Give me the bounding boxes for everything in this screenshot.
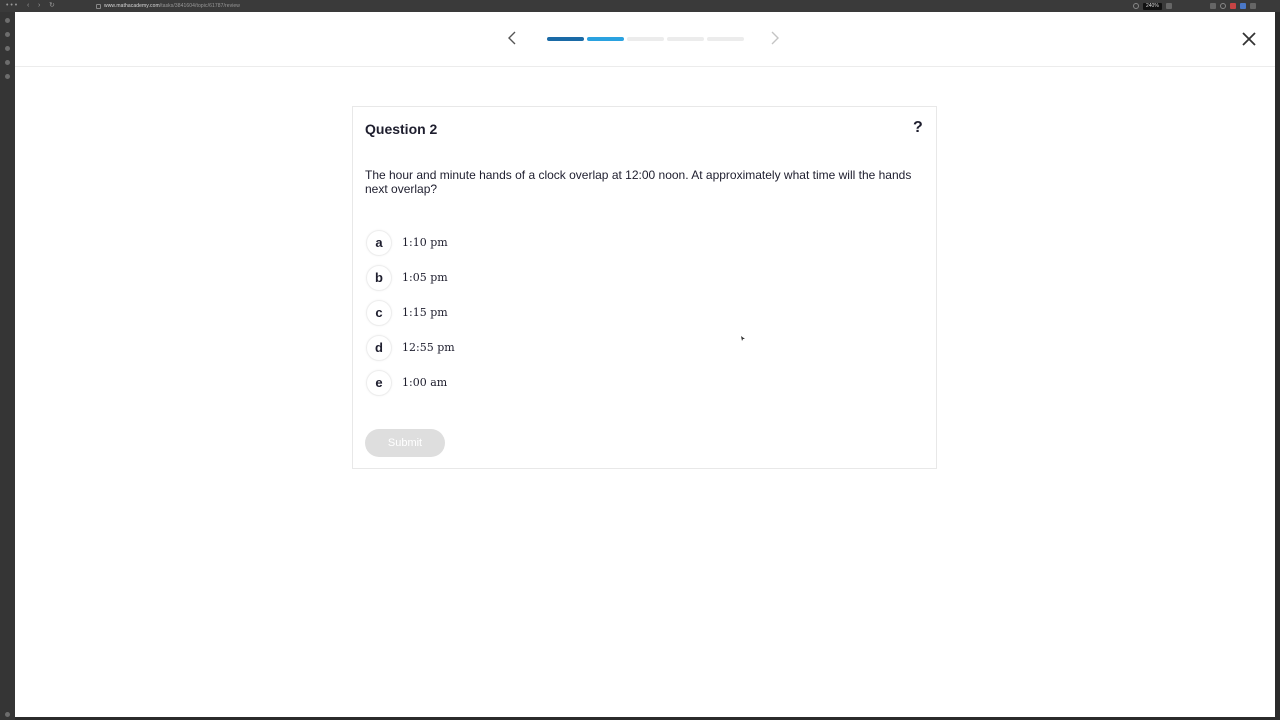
choice-text: 1:10 pm xyxy=(402,236,448,249)
browser-sidebar xyxy=(0,12,15,720)
choice-d[interactable]: d 12:55 pm xyxy=(365,330,455,365)
sync-icon[interactable] xyxy=(1220,3,1226,9)
window-edge xyxy=(1275,12,1280,720)
progress-segment-5 xyxy=(707,37,744,41)
address-bar[interactable]: www.mathacademy.com/tasks/3841604/topic/… xyxy=(96,2,1126,10)
choice-c[interactable]: c 1:15 pm xyxy=(365,295,455,330)
toolbar-right: 240% xyxy=(1133,2,1172,10)
choice-letter: e xyxy=(366,369,392,396)
progress-segment-3 xyxy=(627,37,664,41)
url-path: /tasks/3841604/topic/61787/review xyxy=(159,3,241,9)
choice-letter: c xyxy=(366,299,392,326)
progress-segment-1 xyxy=(547,37,584,41)
question-prompt: The hour and minute hands of a clock ove… xyxy=(365,168,912,196)
choice-letter: d xyxy=(366,334,392,361)
extension-icon[interactable] xyxy=(1133,3,1139,9)
mouse-cursor-icon xyxy=(741,336,745,341)
choice-e[interactable]: e 1:00 am xyxy=(365,365,455,400)
choice-text: 1:05 pm xyxy=(402,271,448,284)
bookmark-icon[interactable] xyxy=(1165,3,1172,9)
sidebar-icon[interactable] xyxy=(5,32,10,37)
page: Question 2 ? The hour and minute hands o… xyxy=(15,12,1275,717)
reload-icon[interactable]: ↻ xyxy=(49,2,55,10)
sidebar-icon[interactable] xyxy=(5,46,10,51)
choice-a[interactable]: a 1:10 pm xyxy=(365,225,455,260)
choice-b[interactable]: b 1:05 pm xyxy=(365,260,455,295)
submit-button[interactable]: Submit xyxy=(365,429,445,457)
choice-text: 1:00 am xyxy=(402,376,448,389)
progress-segment-2 xyxy=(587,37,624,41)
zoom-badge[interactable]: 240% xyxy=(1143,2,1162,10)
quiz-header xyxy=(15,12,1275,67)
sidebar-settings-icon[interactable] xyxy=(5,712,10,717)
choice-letter: a xyxy=(366,229,392,256)
extension-blue-icon[interactable] xyxy=(1240,3,1246,9)
close-icon[interactable] xyxy=(1240,30,1258,48)
window-controls-icon[interactable]: • • • xyxy=(6,2,17,10)
question-title: Question 2 xyxy=(365,121,438,137)
choice-letter: b xyxy=(366,264,392,291)
back-arrow-icon[interactable]: ‹ xyxy=(27,2,29,10)
question-card: Question 2 ? The hour and minute hands o… xyxy=(352,106,937,469)
extension-red-icon[interactable] xyxy=(1230,3,1236,9)
answer-choices: a 1:10 pm b 1:05 pm c 1:15 pm d 12:55 pm… xyxy=(365,225,455,400)
sidebar-icon[interactable] xyxy=(5,18,10,23)
choice-text: 12:55 pm xyxy=(402,341,455,354)
forward-arrow-icon[interactable]: › xyxy=(38,2,40,10)
menu-icon[interactable] xyxy=(1250,3,1256,9)
help-button[interactable]: ? xyxy=(913,119,923,137)
download-icon[interactable] xyxy=(1210,3,1216,9)
progress-segment-4 xyxy=(667,37,704,41)
lock-icon xyxy=(96,3,101,9)
url-domain: www.mathacademy.com xyxy=(104,3,160,9)
chevron-right-icon[interactable] xyxy=(766,30,782,46)
progress-bar xyxy=(547,37,744,41)
chevron-left-icon[interactable] xyxy=(505,30,521,46)
url-text: www.mathacademy.com/tasks/3841604/topic/… xyxy=(104,3,240,9)
browser-toolbar: • • • ‹ › ↻ www.mathacademy.com/tasks/38… xyxy=(0,0,1280,12)
sidebar-icon[interactable] xyxy=(5,74,10,79)
sidebar-icon[interactable] xyxy=(5,60,10,65)
extensions-tray xyxy=(1210,2,1256,10)
choice-text: 1:15 pm xyxy=(402,306,448,319)
